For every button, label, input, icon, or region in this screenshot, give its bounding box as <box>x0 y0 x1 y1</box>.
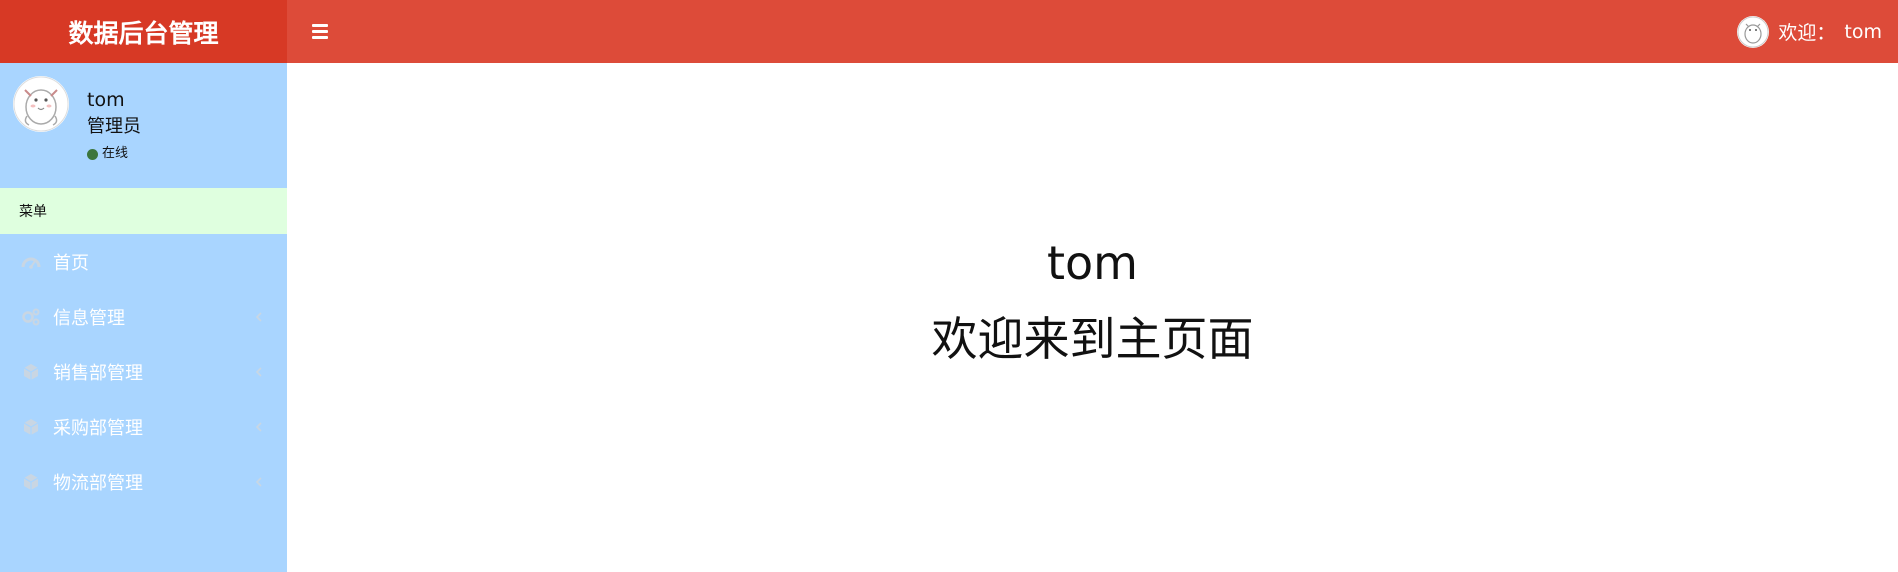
user-avatar <box>13 76 69 132</box>
sidebar-item-home[interactable]: 首页 <box>0 234 287 289</box>
sidebar-item-label: 首页 <box>53 252 89 274</box>
sidebar-item-purchasing-management[interactable]: 采购部管理 <box>0 399 287 454</box>
cogs-icon <box>21 307 41 327</box>
header-username: tom <box>1844 20 1882 43</box>
main-content: tom 欢迎来到主页面 <box>287 63 1898 572</box>
welcome-message: 欢迎来到主页面 <box>931 312 1254 366</box>
hamburger-icon-bar <box>312 23 328 27</box>
user-name: tom <box>87 89 125 111</box>
sidebar-toggle-button[interactable] <box>307 18 333 44</box>
sidebar-item-label: 物流部管理 <box>53 472 143 494</box>
user-info: tom 管理员 在线 <box>87 87 141 167</box>
user-avatar-small <box>1737 15 1770 48</box>
user-status: 在线 <box>87 141 141 167</box>
cube-icon <box>21 472 41 492</box>
sidebar: tom 管理员 在线 菜单 首页 信息管理 销售部管理 采购部管理 物流部管理 <box>0 63 287 572</box>
user-role: 管理员 <box>87 116 141 137</box>
hamburger-icon-bar <box>312 35 328 39</box>
chevron-left-icon <box>255 422 262 432</box>
menu-header: 菜单 <box>0 188 287 234</box>
sidebar-item-label: 采购部管理 <box>53 417 143 439</box>
chevron-left-icon <box>255 477 262 487</box>
welcome-username: tom <box>1047 236 1138 290</box>
chevron-left-icon <box>255 367 262 377</box>
sidebar-item-label: 销售部管理 <box>53 362 143 384</box>
app-logo-text: 数据后台管理 <box>68 18 219 48</box>
menu-header-label: 菜单 <box>19 204 47 220</box>
user-panel: tom 管理员 在线 <box>0 63 287 188</box>
cube-icon <box>21 417 41 437</box>
navbar: 欢迎： tom <box>287 0 1898 63</box>
sidebar-item-info-management[interactable]: 信息管理 <box>0 289 287 344</box>
app-logo[interactable]: 数据后台管理 <box>0 0 287 63</box>
sidebar-item-logistics-management[interactable]: 物流部管理 <box>0 454 287 509</box>
top-header: 数据后台管理 欢迎： tom <box>0 0 1898 63</box>
online-status-dot-icon <box>87 148 98 160</box>
sidebar-item-sales-management[interactable]: 销售部管理 <box>0 344 287 399</box>
sidebar-item-label: 信息管理 <box>53 307 125 329</box>
dashboard-icon <box>21 252 41 272</box>
user-status-label: 在线 <box>102 146 129 161</box>
user-menu[interactable]: 欢迎： tom <box>1737 0 1882 63</box>
welcome-label: 欢迎： <box>1778 22 1836 44</box>
hamburger-icon-bar <box>312 29 328 33</box>
cube-icon <box>21 362 41 382</box>
chevron-left-icon <box>255 312 262 322</box>
